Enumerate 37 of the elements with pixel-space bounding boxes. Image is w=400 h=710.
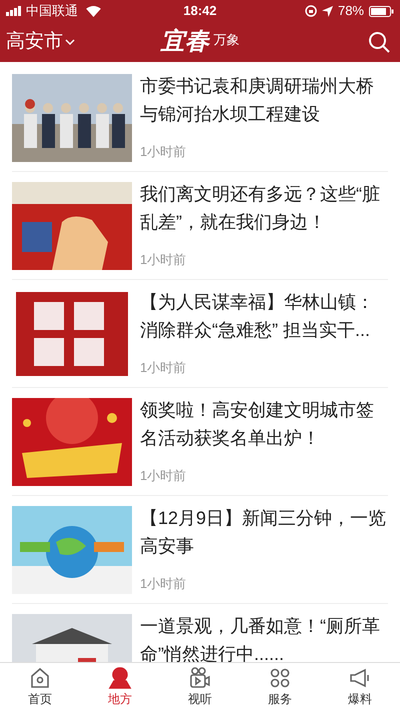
tab-bar-item[interactable]: 首页 <box>0 663 80 710</box>
article-time: 1小时前 <box>140 251 188 269</box>
logo-text: 宜春 <box>160 27 210 57</box>
article-row[interactable]: 领奖啦！高安创建文明城市签名活动获奖名单出炉！ 1小时前 <box>12 388 388 496</box>
grid-icon <box>268 666 292 690</box>
article-time: 1小时前 <box>140 467 188 485</box>
article-row[interactable]: 【为人民谋幸福】华林山镇：消除群众“急难愁” 担当实干... 1小时前 <box>12 280 388 388</box>
clock-time: 18:42 <box>183 2 217 20</box>
tab-bar-item[interactable]: 视听 <box>160 663 240 710</box>
rotation-lock-icon <box>304 5 317 17</box>
article-title: 我们离文明还有多远？这些“脏乱差”，就在我们身边！ <box>140 182 381 234</box>
logo-subtext: 万象 <box>214 31 240 49</box>
article-row[interactable]: 市委书记袁和庚调研瑞州大桥与锦河抬水坝工程建设 1小时前 <box>12 64 388 172</box>
article-title: 领奖啦！高安创建文明城市签名活动获奖名单出炉！ <box>140 398 375 450</box>
location-arrow-icon <box>322 6 333 16</box>
tab-bar-item[interactable]: 服务 <box>240 663 320 710</box>
article-time: 1小时前 <box>140 575 188 593</box>
article-row[interactable]: 【12月9日】新闻三分钟，一览高安事 1小时前 <box>12 496 388 604</box>
article-row[interactable]: 我们离文明还有多远？这些“脏乱差”，就在我们身边！ 1小时前 <box>12 172 388 280</box>
article-title: 【12月9日】新闻三分钟，一览高安事 <box>140 506 388 558</box>
article-title: 市委书记袁和庚调研瑞州大桥与锦河抬水坝工程建设 <box>140 74 375 126</box>
megaphone-icon <box>348 666 372 690</box>
battery-percent: 78% <box>338 2 364 20</box>
tab-bar-item[interactable]: 地方 <box>80 663 160 710</box>
tab-bar-item[interactable]: 爆料 <box>320 663 400 710</box>
chevron-down-icon <box>65 39 75 45</box>
article-title: 【为人民谋幸福】华林山镇：消除群众“急难愁” 担当实干... <box>140 290 375 342</box>
signal-icon <box>6 6 22 16</box>
wifi-icon <box>86 6 101 16</box>
city-selector[interactable]: 高安市 <box>6 28 160 56</box>
article-time: 1小时前 <box>140 359 188 377</box>
search-icon <box>368 31 390 53</box>
battery-icon <box>369 6 394 16</box>
article-time: 1小时前 <box>140 143 188 161</box>
carrier-name: 中国联通 <box>26 2 78 20</box>
home-icon <box>28 666 52 690</box>
video-camera-icon <box>188 666 212 690</box>
